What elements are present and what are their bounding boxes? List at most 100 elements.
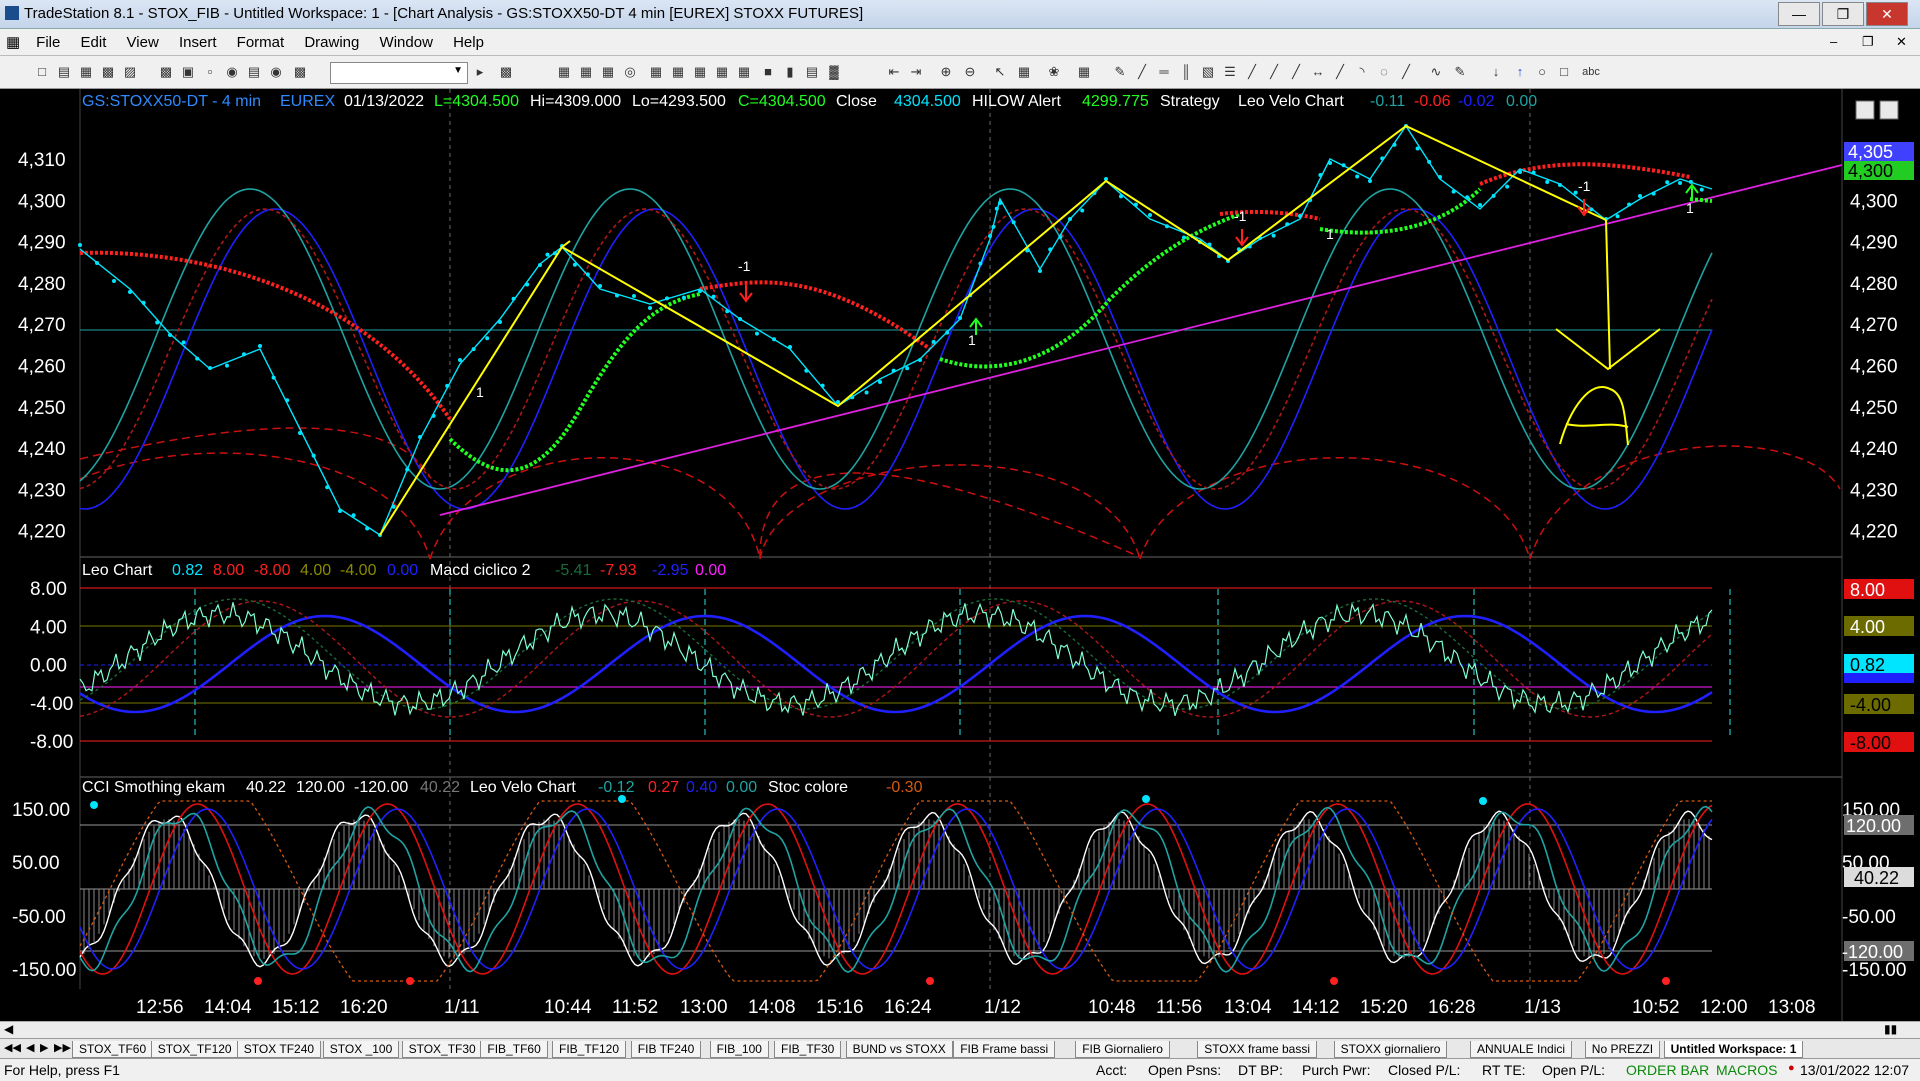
menu-edit[interactable]: Edit [73,30,115,51]
rectangle-icon[interactable]: □ [1556,64,1572,80]
menu-help[interactable]: Help [445,30,492,51]
workspace-tab[interactable]: STOXX giornaliero [1333,1041,1448,1058]
tab-prev-icon[interactable]: ◀ [26,1041,34,1054]
scroll-right-icon[interactable]: ⇥ [908,64,924,80]
spiral-icon[interactable]: ◌ [1376,64,1392,80]
workspace-tab[interactable]: STOX _100 [322,1041,400,1058]
workspace-tab[interactable]: STOX TF240 [236,1041,322,1058]
workspace-tab[interactable]: FIB Giornaliero [1075,1041,1170,1058]
freehand-icon[interactable]: ∿ [1428,64,1444,80]
panel-restore-icon[interactable] [1879,100,1899,120]
fib-icon[interactable]: ☰ [1222,64,1238,80]
channel-icon[interactable]: ▧ [1200,64,1216,80]
minimize-button[interactable]: — [1778,2,1820,26]
scroll-left-arrow-icon[interactable]: ◀ [4,1022,13,1036]
pointer-icon[interactable]: ↖ [992,64,1008,80]
trendline-icon[interactable]: ╱ [1134,64,1150,80]
print-preview-icon[interactable]: ▣ [180,64,196,80]
andrews-pitchfork-icon[interactable]: ╱ [1266,64,1282,80]
workspace-tab[interactable]: FIB_TF60 [480,1041,548,1058]
bar-chart-icon[interactable]: ■ [760,64,776,80]
data-window-icon[interactable]: ▦ [1076,64,1092,80]
regression-icon[interactable]: ╱ [1288,64,1304,80]
tab-next-icon[interactable]: ▶ [40,1041,48,1054]
workspace-tab[interactable]: FIB_TF30 [774,1041,842,1058]
copy-icon[interactable]: ▫ [202,64,218,80]
options-icon[interactable]: ▦ [648,64,664,80]
gann-icon[interactable]: ╱ [1244,64,1260,80]
workspace-tab[interactable]: FIB_TF120 [552,1041,627,1058]
arrow-lr-icon[interactable]: ↔ [1310,64,1326,80]
chart-window-icon[interactable]: ▦ [556,64,572,80]
workspace-tab[interactable]: FIB_100 [709,1041,769,1058]
menu-window[interactable]: Window [372,30,441,51]
symbol-combo[interactable]: ▼ [330,62,468,84]
horizontal-line-icon[interactable]: ═ [1156,64,1172,80]
time-sales-icon[interactable]: ▦ [736,64,752,80]
print-icon[interactable]: ▩ [158,64,174,80]
menu-view[interactable]: View [119,30,167,51]
doc-close-icon[interactable]: ✕ [1896,34,1907,50]
print-window-icon[interactable]: ▩ [292,64,308,80]
doc-minimize-icon[interactable]: – [1830,34,1837,49]
workspace-tab[interactable]: STOX_TF60 [72,1041,154,1058]
close-button[interactable]: ✕ [1866,2,1908,26]
zoom-in-icon[interactable]: ⊕ [938,64,954,80]
vertical-line-icon[interactable]: ║ [1178,64,1194,80]
paste-icon[interactable]: ▤ [246,64,262,80]
chart-svg[interactable]: 1 -1 1 -1 1 -1 1 4,310 4,300 4,290 4,280 4,2… [0,89,1920,1021]
menu-insert[interactable]: Insert [171,30,225,51]
pencil-icon[interactable]: ✎ [1112,64,1128,80]
workspace-tab[interactable]: Untitled Workspace: 1 [1663,1041,1804,1058]
workspace-tab[interactable]: FIB TF240 [630,1041,702,1058]
down-arrow-icon[interactable]: ↓ [1488,64,1504,80]
drag-icon[interactable]: ▦ [1016,64,1032,80]
symbol-lookup-icon[interactable]: ▩ [498,64,514,80]
account-icon[interactable]: ◉ [268,64,284,80]
line-chart-icon[interactable]: ▤ [804,64,820,80]
open-icon[interactable]: ▤ [56,64,72,80]
candle-icon[interactable]: ▮ [782,64,798,80]
menu-drawing[interactable]: Drawing [296,30,367,51]
open-workspace-icon[interactable]: ▩ [100,64,116,80]
lock-icon[interactable]: ◉ [224,64,240,80]
status-order-bar[interactable]: ORDER BAR [1626,1062,1709,1078]
scroll-thumb-icon[interactable]: ▮▮ [1884,1022,1897,1036]
tab-last-icon[interactable]: ▶▶ [54,1041,71,1054]
open-folder-icon[interactable]: ▦ [78,64,94,80]
workspace-tab[interactable]: No PREZZI [1584,1041,1661,1058]
strategy-icon[interactable]: ▦ [692,64,708,80]
news-icon[interactable]: ▦ [714,64,730,80]
horizontal-scrollbar[interactable]: ◀ ▮▮ [0,1021,1920,1039]
zoom-out-icon[interactable]: ⊖ [962,64,978,80]
doc-restore-icon[interactable]: ❐ [1862,34,1874,50]
scanner-icon[interactable]: ◎ [622,64,638,80]
radar-screen-icon[interactable]: ▦ [578,64,594,80]
up-arrow-icon[interactable]: ↑ [1512,64,1528,80]
status-macros[interactable]: MACROS [1716,1062,1777,1078]
menu-format[interactable]: Format [229,30,293,51]
arc-icon[interactable]: ◝ [1354,64,1370,80]
doc-icon[interactable]: ▦ [0,29,24,51]
workspace-tab[interactable]: STOX_TF30 [401,1041,483,1058]
go-arrow-icon[interactable]: ▸ [472,64,488,80]
new-icon[interactable]: □ [34,64,50,80]
matrix-icon[interactable]: ▦ [600,64,616,80]
tab-first-icon[interactable]: ◀◀ [4,1041,21,1054]
restore-button[interactable]: ❐ [1822,2,1864,26]
format-icon[interactable]: ❀ [1046,64,1062,80]
pencil2-icon[interactable]: ✎ [1452,64,1468,80]
portfolio-icon[interactable]: ▦ [670,64,686,80]
workspace-tab[interactable]: STOX_TF120 [150,1041,239,1058]
speed-line-icon[interactable]: ╱ [1332,64,1348,80]
line-draw-icon[interactable]: ╱ [1398,64,1414,80]
workspace-tab[interactable]: BUND vs STOXX [845,1041,953,1058]
text-icon[interactable]: abc [1578,64,1604,80]
ellipse-icon[interactable]: ○ [1534,64,1550,80]
workspace-tab[interactable]: ANNUALE Indici [1470,1041,1573,1058]
chart-area[interactable]: 1 -1 1 -1 1 -1 1 4,310 4,300 4,290 4,280 4,2… [0,89,1920,1021]
histogram-icon[interactable]: ▓ [826,64,842,80]
scroll-left-icon[interactable]: ⇤ [886,64,902,80]
panel-minimize-icon[interactable] [1855,100,1875,120]
menu-file[interactable]: File [28,30,68,51]
